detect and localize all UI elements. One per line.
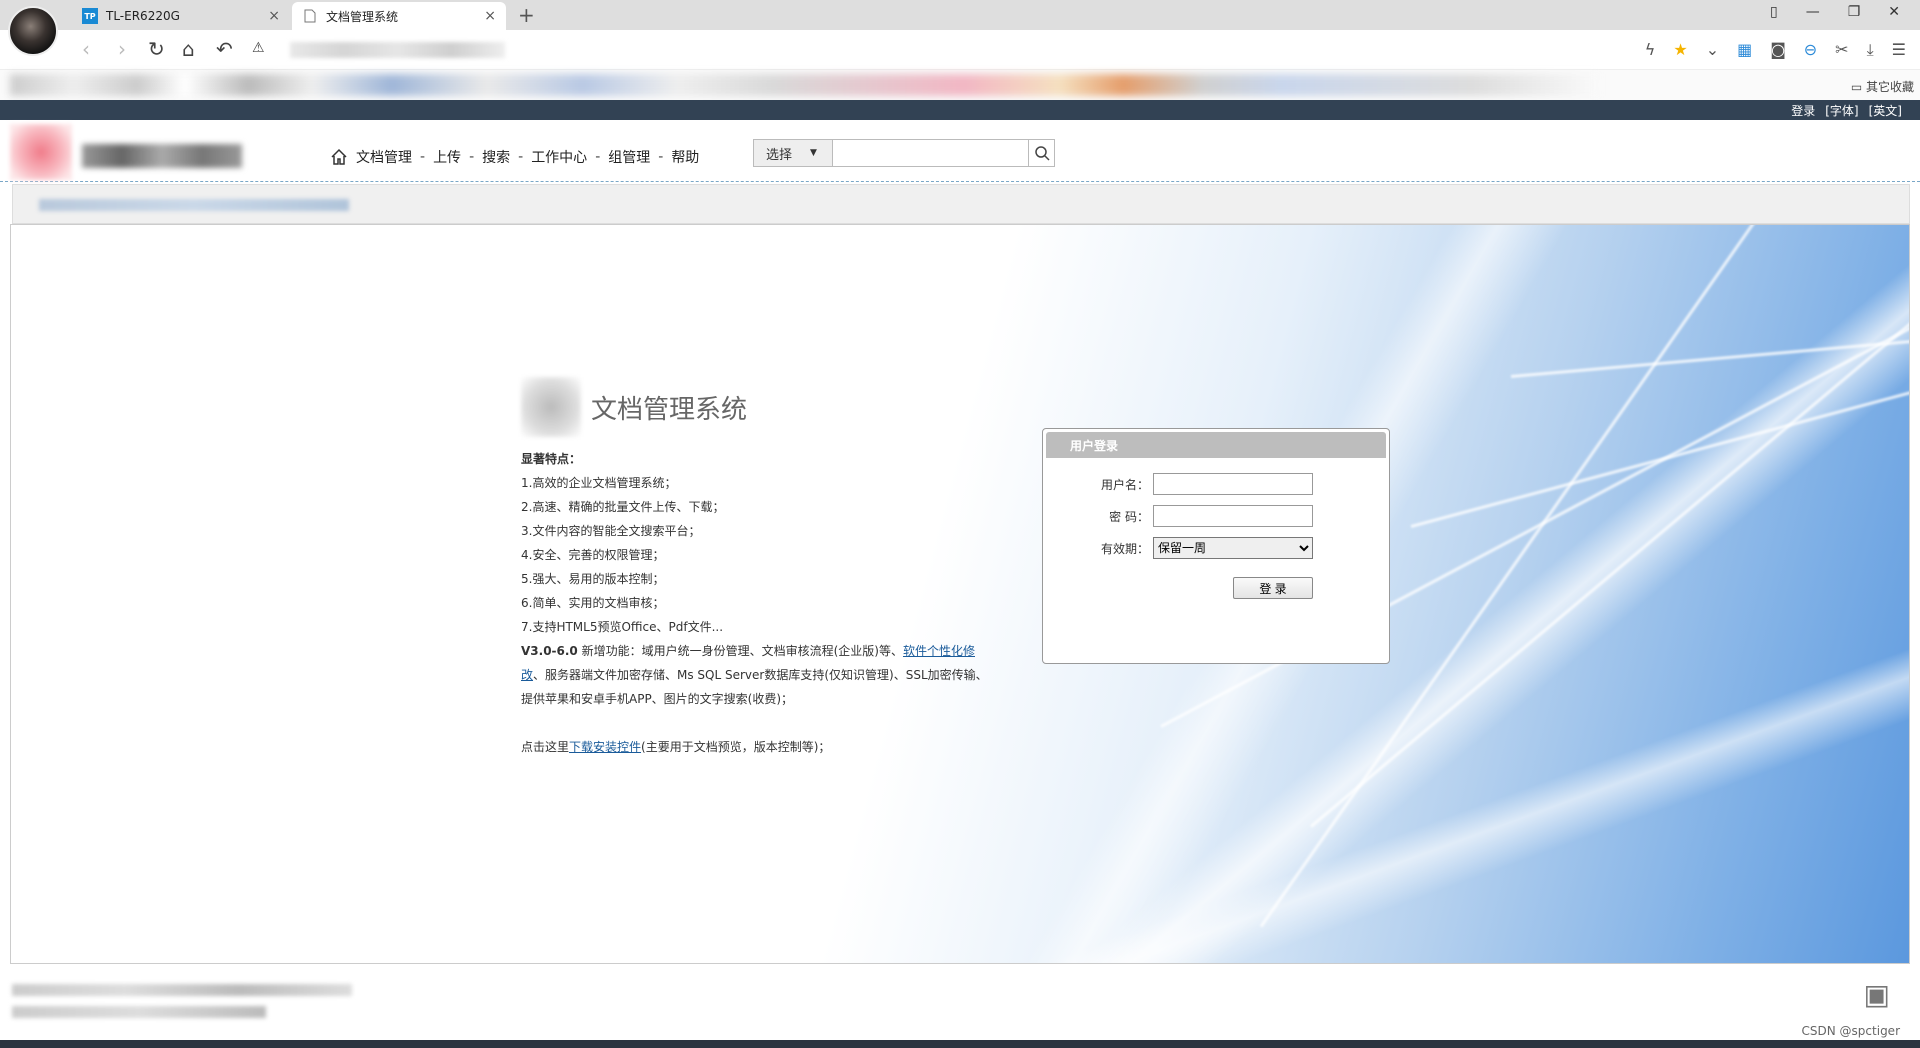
main-content: 文档管理系统 显著特点： 1.高效的企业文档管理系统； 2.高速、精确的批量文件… — [10, 224, 1910, 964]
main-nav: 文档管理 - 上传 - 搜索 - 工作中心 - 组管理 - 帮助 — [330, 147, 699, 167]
tab-router[interactable]: TP TL-ER6220G × — [72, 2, 290, 30]
mobile-apps: ▣ — [1858, 978, 1890, 1011]
nav-help[interactable]: 帮助 — [671, 147, 699, 167]
address-bar[interactable] — [290, 42, 505, 58]
nav-docs[interactable]: 文档管理 — [356, 147, 412, 167]
close-icon[interactable]: × — [268, 8, 280, 24]
password-label: 密 码： — [1109, 509, 1149, 524]
menu-icon[interactable]: ☰ — [1892, 40, 1906, 60]
security-icon[interactable]: ⚠ — [252, 40, 265, 56]
username-input[interactable] — [1153, 473, 1313, 495]
intro-title: 文档管理系统 — [591, 394, 748, 425]
caret-down-icon: ▼ — [810, 148, 817, 158]
site-header: 文档管理 - 上传 - 搜索 - 工作中心 - 组管理 - 帮助 选择 ▼ — [0, 120, 1920, 182]
tp-favicon-icon: TP — [82, 8, 98, 24]
toolbar-icons: ϟ ★ ⌄ ▦ ◙ ⊖ ✂ ⤓ ☰ — [1645, 40, 1906, 60]
feature-list: 显著特点： 1.高效的企业文档管理系统； 2.高速、精确的批量文件上传、下载； … — [521, 447, 991, 759]
site-top-strip: 登录 [字体] [英文] — [0, 100, 1920, 120]
feature-item: 3.文件内容的智能全文搜索平台； — [521, 524, 701, 538]
tab-docsystem[interactable]: 文档管理系统 × — [292, 2, 506, 30]
page-icon — [302, 8, 318, 24]
nav-upload[interactable]: 上传 — [433, 147, 461, 167]
english-link[interactable]: [英文] — [1869, 102, 1902, 119]
new-tab-button[interactable]: + — [518, 3, 535, 27]
search-bar: 选择 ▼ — [753, 139, 1055, 167]
flash-icon[interactable]: ϟ — [1645, 40, 1656, 60]
login-link[interactable]: 登录 — [1791, 102, 1815, 119]
home-icon[interactable] — [330, 148, 348, 166]
search-icon — [1034, 146, 1050, 161]
download-note: 点击这里下载安装控件(主要用于文档预览，版本控制等)； — [521, 740, 831, 754]
bookmark-items[interactable] — [10, 74, 1600, 96]
feature-item: 7.支持HTML5预览Office、Pdf文件... — [521, 620, 724, 634]
star-icon[interactable]: ★ — [1673, 40, 1687, 60]
undo-icon[interactable]: ↶ — [216, 37, 233, 61]
breadcrumb — [12, 184, 1910, 224]
forward-icon[interactable]: › — [118, 37, 126, 61]
feature-item: 1.高效的企业文档管理系统； — [521, 476, 677, 490]
download-link[interactable]: 下载安装控件 — [569, 740, 641, 754]
feature-item: 2.高速、精确的批量文件上传、下载； — [521, 500, 725, 514]
tab-label: 文档管理系统 — [326, 9, 399, 24]
translate-icon[interactable]: ⊖ — [1804, 40, 1817, 60]
login-box: 用户登录 用户名： 密 码： 有效期： 保留一周 登 录 — [1042, 428, 1390, 664]
password-input[interactable] — [1153, 505, 1313, 527]
expire-select[interactable]: 保留一周 — [1153, 537, 1313, 559]
feature-item: 4.安全、完善的权限管理； — [521, 548, 665, 562]
apps-icon[interactable]: ▦ — [1737, 40, 1752, 60]
login-title: 用户登录 — [1046, 432, 1386, 458]
feature-item: 6.简单、实用的文档审核； — [521, 596, 665, 610]
nav-search[interactable]: 搜索 — [482, 147, 510, 167]
scissors-icon[interactable]: ✂ — [1835, 40, 1848, 60]
nav-groups[interactable]: 组管理 — [608, 147, 650, 167]
other-bookmarks[interactable]: ▭ 其它收藏 — [1851, 78, 1914, 95]
site-logo — [10, 124, 72, 180]
bg-streak — [1510, 322, 1909, 378]
camera-icon[interactable]: ◙ — [1770, 40, 1786, 60]
font-link[interactable]: [字体] — [1825, 102, 1858, 119]
tab-bar: TP TL-ER6220G × 文档管理系统 × + ▯ — ❐ ✕ — [0, 0, 1920, 56]
bg-streak — [1410, 343, 1909, 528]
feature-item: 5.强大、易用的版本控制； — [521, 572, 665, 586]
search-button[interactable] — [1029, 139, 1055, 167]
intro-logo — [521, 377, 581, 437]
browser-toolbar: ‹ › ↻ ⌂ ↶ ⚠ ϟ ★ ⌄ ▦ ◙ ⊖ ✂ ⤓ ☰ — [0, 30, 1920, 70]
download-icon[interactable]: ⤓ — [1867, 40, 1874, 60]
site-footer: ▣ CSDN @spctiger — [0, 964, 1920, 1040]
nav-workcenter[interactable]: 工作中心 — [531, 147, 587, 167]
intro-panel: 文档管理系统 显著特点： 1.高效的企业文档管理系统； 2.高速、精确的批量文件… — [521, 375, 991, 759]
bookmarks-bar: ▭ 其它收藏 — [0, 70, 1920, 100]
watermark: CSDN @spctiger — [1801, 1024, 1900, 1038]
expire-label: 有效期： — [1100, 541, 1149, 556]
folder-icon: ▭ — [1850, 80, 1866, 94]
version-note: V3.0-6.0 新增功能：域用户统一身份管理、文档审核流程(企业版)等、软件个… — [521, 644, 988, 706]
tab-label: TL-ER6220G — [106, 9, 180, 23]
search-input[interactable] — [833, 139, 1029, 167]
chevron-down-icon[interactable]: ⌄ — [1706, 40, 1719, 60]
site-name — [82, 144, 242, 168]
footer-text — [12, 984, 352, 996]
taskbar — [0, 1040, 1920, 1048]
tshirt-icon[interactable]: ▯ — [1770, 4, 1778, 20]
minimize-icon[interactable]: — — [1806, 4, 1820, 20]
close-window-icon[interactable]: ✕ — [1888, 4, 1900, 20]
window-controls: ▯ — ❐ ✕ — [1770, 4, 1900, 20]
home-icon[interactable]: ⌂ — [182, 37, 195, 61]
android-icon[interactable]: ▣ — [1864, 978, 1890, 1011]
close-icon[interactable]: × — [484, 8, 496, 24]
search-type-select[interactable]: 选择 ▼ — [753, 139, 833, 167]
reload-icon[interactable]: ↻ — [148, 37, 165, 61]
breadcrumb-text — [39, 199, 349, 211]
back-icon[interactable]: ‹ — [82, 37, 90, 61]
login-button[interactable]: 登 录 — [1233, 577, 1313, 599]
username-label: 用户名： — [1100, 477, 1149, 492]
bg-streak — [1310, 311, 1909, 828]
restore-icon[interactable]: ❐ — [1848, 4, 1861, 20]
profile-avatar[interactable] — [8, 6, 58, 56]
footer-text — [12, 1006, 266, 1018]
